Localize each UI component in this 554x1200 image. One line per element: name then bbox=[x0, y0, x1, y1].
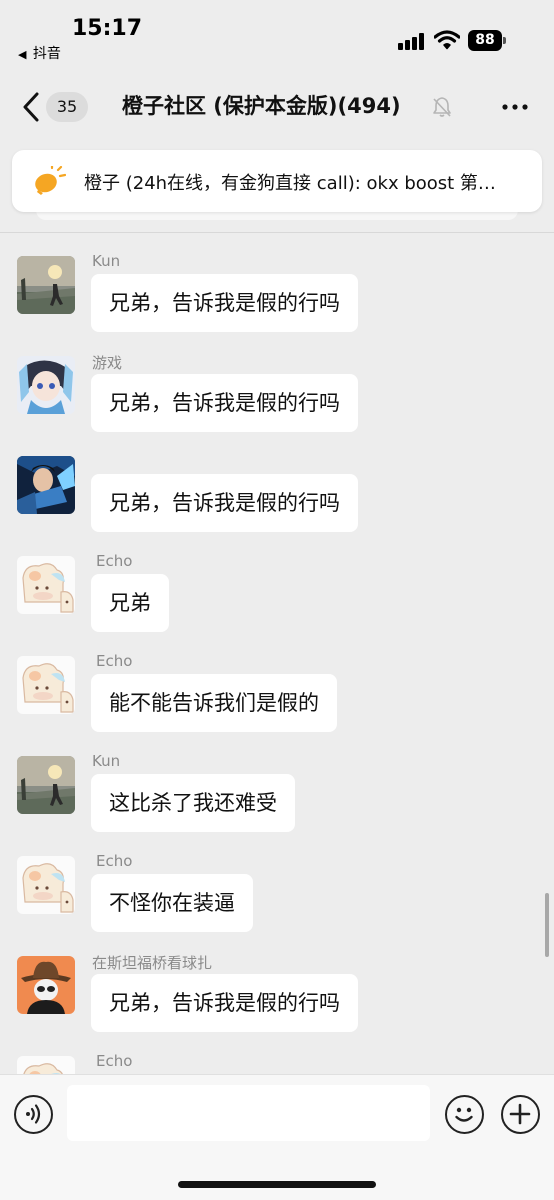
battery-indicator: 88 bbox=[468, 30, 506, 51]
sender-name: 在斯坦福桥看球扎 bbox=[92, 954, 213, 972]
avatar[interactable] bbox=[17, 656, 75, 714]
message-row: Kun 兄弟，告诉我是假的行吗 bbox=[0, 244, 554, 340]
sender-name: Kun bbox=[92, 752, 121, 770]
battery-level: 88 bbox=[468, 30, 502, 51]
message-row: Kun 这比杀了我还难受 bbox=[0, 744, 554, 840]
message-row: Echo 兄弟 bbox=[0, 544, 554, 640]
message-row: 在斯坦福桥看球扎 兄弟，告诉我是假的行吗 bbox=[0, 944, 554, 1040]
message-bubble[interactable]: 兄弟，告诉我是假的行吗 bbox=[91, 374, 358, 432]
lightbulb-icon bbox=[35, 166, 66, 195]
avatar[interactable] bbox=[17, 1056, 75, 1074]
message-input[interactable] bbox=[67, 1085, 430, 1141]
plus-icon bbox=[509, 1103, 531, 1125]
chat-title: 橙子社区 (保护本金版)(494) bbox=[122, 94, 401, 118]
message-row: Echo 能不能告诉我们是假的 bbox=[0, 644, 554, 740]
emoji-icon bbox=[455, 1107, 473, 1122]
header-divider bbox=[0, 232, 554, 233]
scrollbar[interactable] bbox=[545, 893, 549, 957]
avatar[interactable] bbox=[17, 456, 75, 514]
message-bubble[interactable]: 兄弟，告诉我是假的行吗 bbox=[91, 974, 358, 1032]
unread-count-badge[interactable]: 35 bbox=[46, 92, 88, 122]
pinned-message-text: 橙子 (24h在线，有金狗直接 call): okx boost 第… bbox=[84, 173, 496, 194]
avatar[interactable] bbox=[17, 756, 75, 814]
mute-bell-icon bbox=[433, 97, 451, 117]
sender-name: Echo bbox=[96, 552, 133, 570]
avatar[interactable] bbox=[17, 556, 75, 614]
sender-name: 游戏 bbox=[92, 354, 123, 372]
message-row: Echo bbox=[0, 1044, 554, 1074]
sender-name: Kun bbox=[92, 252, 121, 270]
avatar[interactable] bbox=[17, 956, 75, 1014]
status-bar: 15:17 ◀ 抖音 88 bbox=[0, 0, 554, 70]
message-bubble[interactable]: 这比杀了我还难受 bbox=[91, 774, 295, 832]
message-bubble[interactable]: 兄弟，告诉我是假的行吗 bbox=[91, 274, 358, 332]
sender-name: Echo bbox=[96, 1052, 133, 1070]
back-app-label: 抖音 bbox=[32, 46, 61, 62]
sender-name: Echo bbox=[96, 652, 133, 670]
battery-tip bbox=[503, 37, 506, 44]
message-bubble[interactable]: 不怪你在装逼 bbox=[91, 874, 253, 932]
voice-input-button[interactable] bbox=[14, 1095, 53, 1134]
message-row: 游戏 兄弟，告诉我是假的行吗 bbox=[0, 344, 554, 440]
back-chevron-icon[interactable] bbox=[20, 90, 42, 124]
message-bubble[interactable]: 能不能告诉我们是假的 bbox=[91, 674, 337, 732]
avatar[interactable] bbox=[17, 356, 75, 414]
message-bubble[interactable]: 兄弟，告诉我是假的行吗 bbox=[91, 474, 358, 532]
more-dots-icon bbox=[502, 104, 528, 110]
cellular-signal-icon bbox=[398, 32, 426, 50]
wifi-icon bbox=[434, 30, 460, 50]
back-to-app-link[interactable]: ◀ 抖音 bbox=[18, 43, 61, 63]
back-triangle-icon: ◀ bbox=[18, 48, 27, 61]
emoji-button[interactable] bbox=[445, 1095, 484, 1134]
message-row: Echo 不怪你在装逼 bbox=[0, 844, 554, 940]
status-time: 15:17 bbox=[72, 16, 143, 41]
input-bar bbox=[0, 1074, 554, 1200]
more-options-button[interactable] bbox=[500, 95, 530, 119]
message-row: 兄弟，告诉我是假的行吗 bbox=[0, 444, 554, 540]
chat-header: 35 橙子社区 (保护本金版)(494) bbox=[0, 76, 554, 138]
message-bubble[interactable]: 兄弟 bbox=[91, 574, 169, 632]
sender-name: Echo bbox=[96, 852, 133, 870]
avatar[interactable] bbox=[17, 856, 75, 914]
pinned-message-card[interactable]: 橙子 (24h在线，有金狗直接 call): okx boost 第… bbox=[12, 150, 542, 212]
home-indicator[interactable] bbox=[178, 1181, 376, 1188]
avatar[interactable] bbox=[17, 256, 75, 314]
more-actions-button[interactable] bbox=[501, 1095, 540, 1134]
voice-input-icon bbox=[26, 1104, 41, 1124]
